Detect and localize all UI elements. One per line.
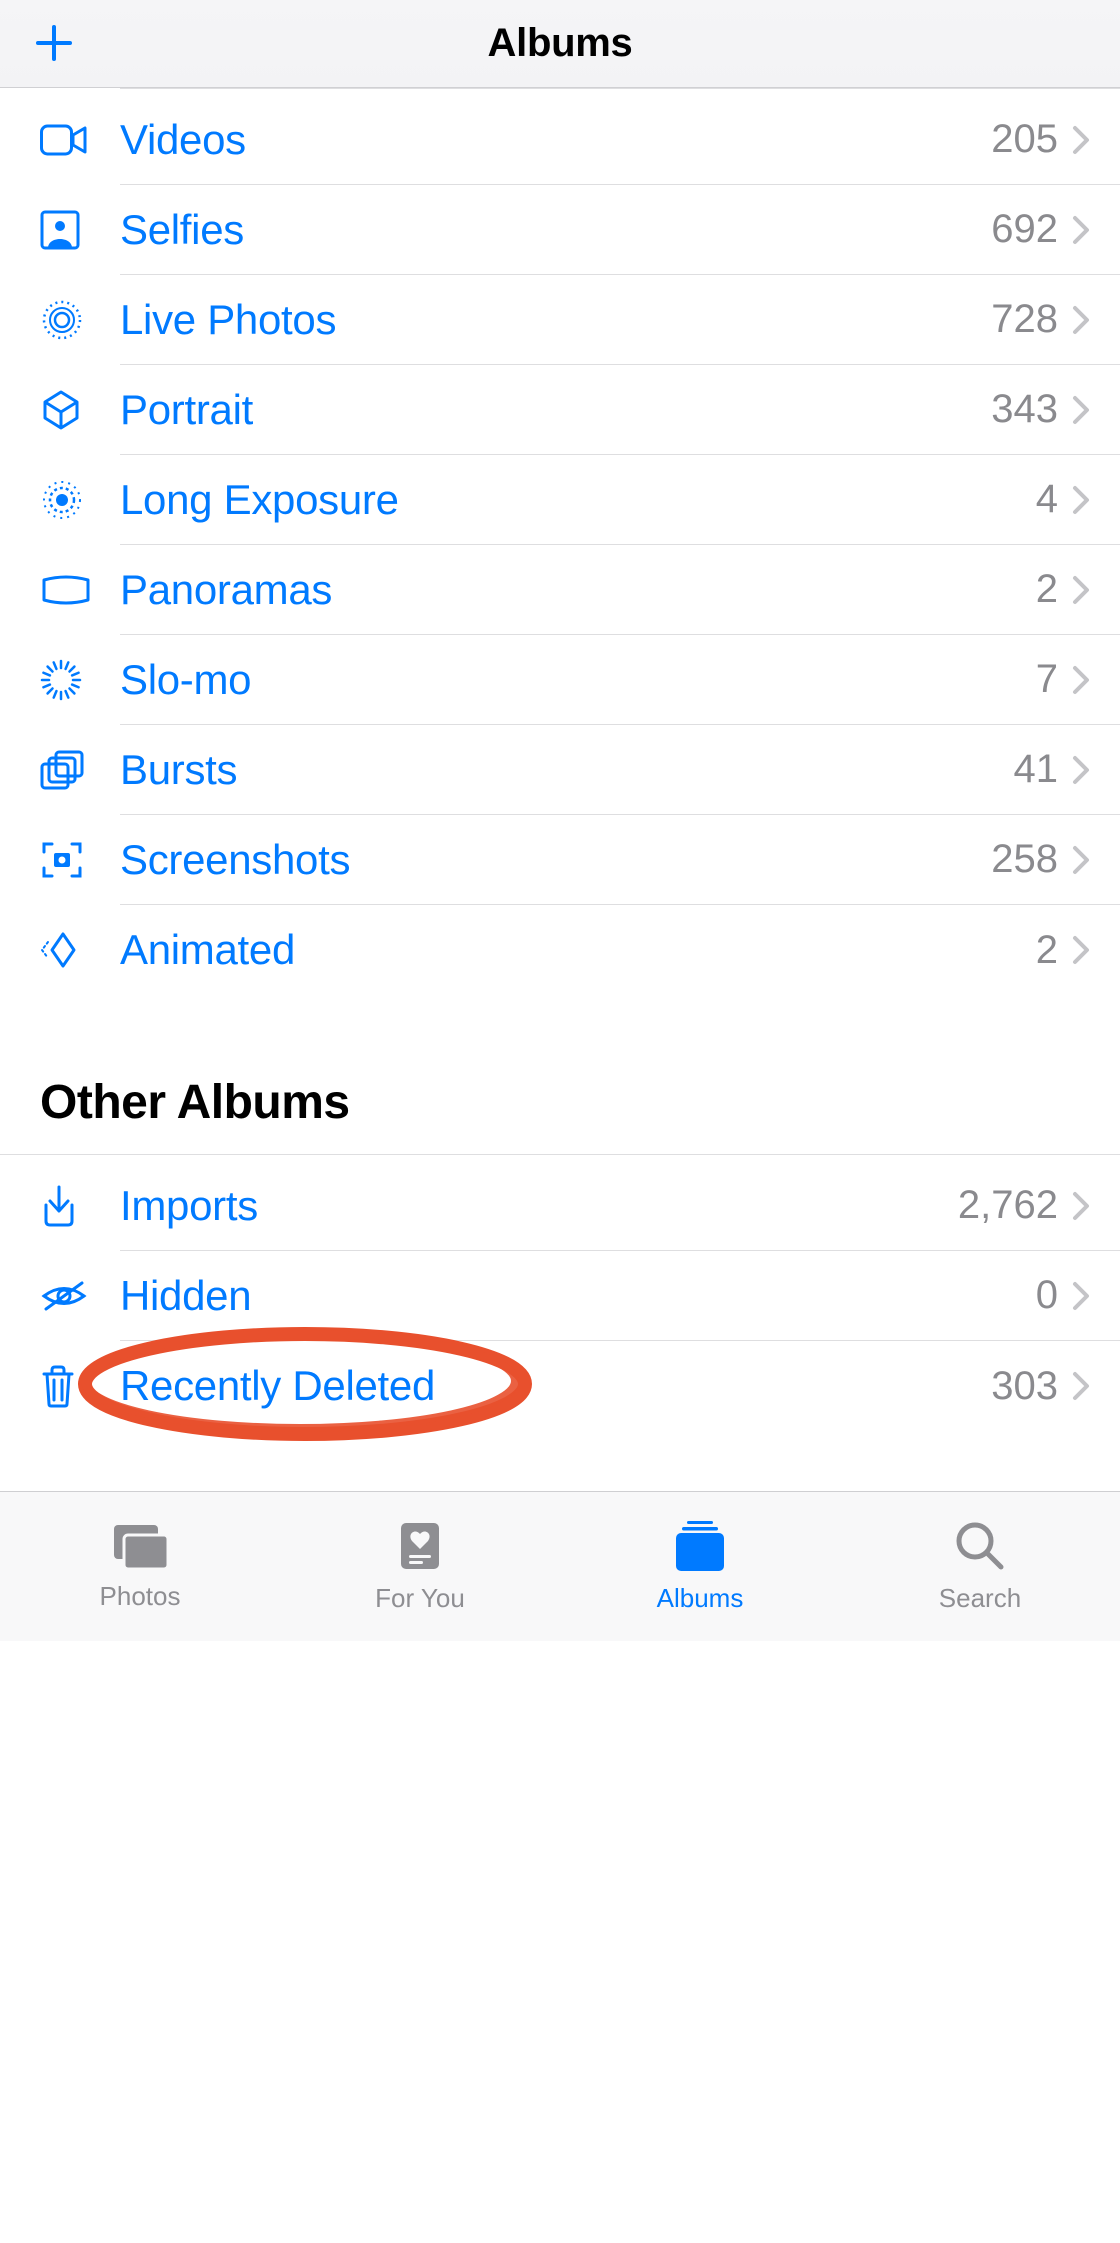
album-label: Long Exposure (120, 476, 1036, 524)
album-label: Screenshots (120, 836, 991, 884)
album-row-bursts[interactable]: Bursts 41 (0, 725, 1120, 815)
tab-for-you[interactable]: For You (280, 1492, 560, 1641)
album-count: 258 (991, 837, 1058, 882)
chevron-right-icon (1072, 665, 1090, 695)
album-label: Animated (120, 926, 1036, 974)
tab-search[interactable]: Search (840, 1492, 1120, 1641)
photos-tab-icon (108, 1521, 172, 1571)
page-title: Albums (0, 21, 1120, 66)
panoramas-icon (40, 574, 120, 606)
tab-albums[interactable]: Albums (560, 1492, 840, 1641)
chevron-right-icon (1072, 1281, 1090, 1311)
screenshots-icon (40, 840, 120, 880)
foryou-tab-icon (395, 1519, 445, 1573)
chevron-right-icon (1072, 395, 1090, 425)
album-label: Portrait (120, 386, 991, 434)
album-row-recently-deleted[interactable]: Recently Deleted 303 (0, 1341, 1120, 1431)
tab-photos[interactable]: Photos (0, 1492, 280, 1641)
imports-icon (40, 1185, 120, 1227)
album-count: 41 (1014, 747, 1059, 792)
chevron-right-icon (1072, 305, 1090, 335)
chevron-right-icon (1072, 1371, 1090, 1401)
chevron-right-icon (1072, 215, 1090, 245)
album-row-portrait[interactable]: Portrait 343 (0, 365, 1120, 455)
other-albums-header: Other Albums (0, 995, 1120, 1155)
chevron-right-icon (1072, 485, 1090, 515)
slomo-icon (40, 659, 120, 701)
chevron-right-icon (1072, 1191, 1090, 1221)
album-label: Recently Deleted (120, 1362, 991, 1410)
chevron-right-icon (1072, 125, 1090, 155)
chevron-right-icon (1072, 755, 1090, 785)
add-button[interactable] (20, 5, 88, 83)
album-count: 303 (991, 1364, 1058, 1409)
album-row-videos[interactable]: Videos 205 (0, 95, 1120, 185)
album-count: 4 (1036, 477, 1058, 522)
media-types-list: Videos 205 Selfies 692 Live Photos 728 P… (0, 89, 1120, 995)
search-tab-icon (953, 1519, 1007, 1573)
album-row-live-photos[interactable]: Live Photos 728 (0, 275, 1120, 365)
tab-label: Albums (657, 1583, 744, 1614)
selfies-icon (40, 210, 120, 250)
album-count: 692 (991, 207, 1058, 252)
tab-label: Search (939, 1583, 1021, 1614)
album-count: 343 (991, 387, 1058, 432)
video-icon (40, 122, 120, 158)
chevron-right-icon (1072, 935, 1090, 965)
long-exposure-icon (40, 478, 120, 522)
nav-bar: Albums (0, 0, 1120, 88)
album-row-slo-mo[interactable]: Slo-mo 7 (0, 635, 1120, 725)
album-count: 205 (991, 117, 1058, 162)
album-label: Bursts (120, 746, 1014, 794)
live-photos-icon (40, 298, 120, 342)
tab-label: For You (375, 1583, 465, 1614)
chevron-right-icon (1072, 845, 1090, 875)
album-count: 2 (1036, 567, 1058, 612)
album-count: 7 (1036, 657, 1058, 702)
album-row-selfies[interactable]: Selfies 692 (0, 185, 1120, 275)
album-count: 2 (1036, 928, 1058, 973)
portrait-icon (40, 389, 120, 431)
bursts-icon (40, 750, 120, 790)
album-label: Hidden (120, 1272, 1036, 1320)
album-count: 2,762 (958, 1183, 1058, 1228)
album-count: 728 (991, 297, 1058, 342)
album-row-panoramas[interactable]: Panoramas 2 (0, 545, 1120, 635)
tab-bar: Photos For You Albums Search (0, 1491, 1120, 1641)
albums-tab-icon (671, 1519, 729, 1573)
album-label: Live Photos (120, 296, 991, 344)
album-label: Selfies (120, 206, 991, 254)
album-label: Imports (120, 1182, 958, 1230)
album-row-imports[interactable]: Imports 2,762 (0, 1161, 1120, 1251)
tab-label: Photos (100, 1581, 181, 1612)
trash-icon (40, 1364, 120, 1408)
album-label: Videos (120, 116, 991, 164)
other-albums-list: Imports 2,762 Hidden 0 Recently Deleted … (0, 1155, 1120, 1431)
album-row-hidden[interactable]: Hidden 0 (0, 1251, 1120, 1341)
album-row-long-exposure[interactable]: Long Exposure 4 (0, 455, 1120, 545)
chevron-right-icon (1072, 575, 1090, 605)
album-row-screenshots[interactable]: Screenshots 258 (0, 815, 1120, 905)
album-count: 0 (1036, 1273, 1058, 1318)
album-label: Panoramas (120, 566, 1036, 614)
hidden-icon (40, 1279, 120, 1313)
album-row-animated[interactable]: Animated 2 (0, 905, 1120, 995)
animated-icon (40, 930, 120, 970)
album-label: Slo-mo (120, 656, 1036, 704)
